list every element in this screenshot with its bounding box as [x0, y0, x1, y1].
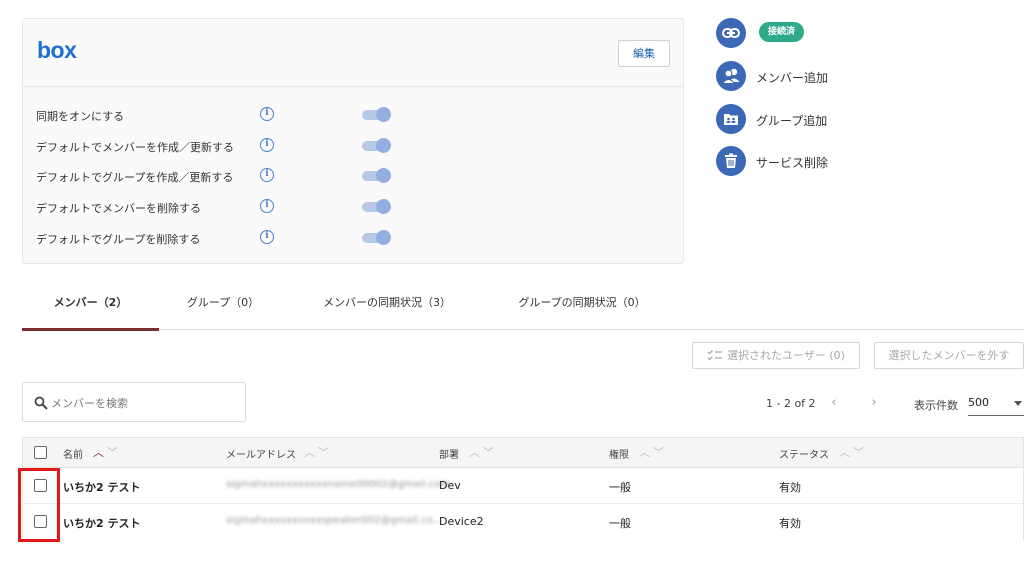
info-icon[interactable]: i	[260, 107, 274, 121]
prev-page-button[interactable]: ‹	[827, 395, 841, 411]
sort-up-icon: ︿	[304, 446, 318, 459]
column-header-email[interactable]: メールアドレス	[226, 446, 296, 461]
tab-member-sync-status[interactable]: メンバーの同期状況（3）	[312, 282, 462, 330]
member-role: 一般	[609, 481, 631, 494]
add-group-action[interactable]: グループ追加	[716, 104, 1016, 134]
caret-down-icon	[1014, 401, 1022, 406]
group-folder-icon	[716, 104, 746, 134]
next-page-button[interactable]: ›	[867, 395, 881, 411]
delete-members-toggle[interactable]	[362, 199, 391, 215]
sort-department[interactable]: ︿﹀	[469, 444, 497, 460]
sort-role[interactable]: ︿﹀	[639, 444, 667, 460]
column-header-name[interactable]: 名前	[63, 446, 83, 461]
search-input[interactable]	[51, 393, 231, 413]
selected-users-button[interactable]: 選択されたユーザー (0)	[692, 342, 860, 369]
sort-down-icon: ﹀	[483, 446, 497, 459]
pagination-range: 1 - 2 of 2	[766, 397, 816, 410]
setting-row-create-groups: デフォルトでグループを作成／更新する i	[36, 166, 396, 186]
sync-on-toggle[interactable]	[362, 107, 391, 123]
sort-up-icon: ︿	[839, 446, 853, 459]
member-status: 有効	[779, 481, 801, 494]
tab-group-sync-status[interactable]: グループの同期状況（0）	[507, 282, 657, 330]
sort-name[interactable]: ︿﹀	[93, 444, 121, 460]
column-header-role[interactable]: 権限	[609, 446, 629, 461]
sort-up-icon: ︿	[469, 446, 483, 459]
tab-bar: メンバー（2） グループ（0） メンバーの同期状況（3） グループの同期状況（0…	[22, 282, 1024, 331]
info-icon[interactable]: i	[260, 199, 274, 213]
people-icon	[716, 61, 746, 91]
row-checkbox[interactable]	[34, 479, 47, 492]
sort-email[interactable]: ︿﹀	[304, 444, 332, 460]
sort-down-icon: ﹀	[853, 446, 867, 459]
setting-label: 同期をオンにする	[36, 110, 125, 123]
table-row[interactable]: いちか2 テスト sigmahxxxxxxxxxxspeaker002@gmai…	[23, 504, 1023, 540]
info-icon[interactable]: i	[260, 138, 274, 152]
member-name: いちか2 テスト	[63, 517, 141, 530]
setting-label: デフォルトでグループを削除する	[36, 233, 201, 246]
per-page-select[interactable]: 500	[968, 392, 1024, 416]
member-department: Device2	[439, 515, 484, 528]
checklist-icon	[707, 350, 723, 361]
info-icon[interactable]: i	[260, 230, 274, 244]
sort-up-icon: ︿	[93, 446, 107, 459]
sort-down-icon: ﹀	[107, 446, 121, 459]
table-header: 名前 ︿﹀ メールアドレス ︿﹀ 部署 ︿﹀ 権限 ︿﹀ ステータス ︿﹀	[23, 438, 1023, 468]
add-member-action[interactable]: メンバー追加	[716, 61, 1016, 91]
remove-members-button[interactable]: 選択したメンバーを外す	[874, 342, 1024, 369]
connection-status: 接続済	[716, 18, 1016, 48]
setting-row-delete-groups: デフォルトでグループを削除する i	[36, 228, 396, 248]
box-logo: box	[37, 37, 77, 63]
setting-label: デフォルトでグループを作成／更新する	[36, 171, 234, 184]
sort-down-icon: ﹀	[318, 446, 332, 459]
column-header-status[interactable]: ステータス	[779, 446, 829, 461]
per-page-label: 表示件数	[914, 399, 958, 412]
delete-groups-toggle[interactable]	[362, 230, 391, 246]
table-row[interactable]: いちか2 テスト sigmahxxxxxxxxxxxname00002@gmai…	[23, 468, 1023, 504]
setting-label: デフォルトでメンバーを作成／更新する	[36, 141, 234, 154]
per-page-value: 500	[968, 396, 989, 409]
tab-members[interactable]: メンバー（2）	[22, 282, 159, 331]
tab-groups[interactable]: グループ（0）	[172, 282, 274, 330]
status-badge: 接続済	[759, 22, 805, 42]
create-groups-toggle[interactable]	[362, 168, 391, 184]
setting-row-delete-members: デフォルトでメンバーを削除する i	[36, 197, 396, 217]
setting-label: デフォルトでメンバーを削除する	[36, 202, 201, 215]
member-email: sigmahxxxxxxxxxxxname00002@gmail.com	[226, 479, 451, 490]
selected-users-label: 選択されたユーザー (0)	[727, 349, 845, 362]
search-icon	[34, 396, 48, 410]
edit-button[interactable]: 編集	[618, 40, 670, 67]
trash-icon	[716, 146, 746, 176]
delete-service-label: サービス削除	[756, 156, 829, 170]
card-header: box 編集	[23, 19, 683, 87]
sync-settings-card: box 編集 同期をオンにする i デフォルトでメンバーを作成／更新する i デ…	[22, 18, 684, 264]
setting-row-create-members: デフォルトでメンバーを作成／更新する i	[36, 136, 396, 156]
delete-service-action[interactable]: サービス削除	[716, 146, 1016, 176]
create-members-toggle[interactable]	[362, 138, 391, 154]
select-all-checkbox[interactable]	[34, 446, 47, 459]
member-status: 有効	[779, 517, 801, 530]
sort-down-icon: ﹀	[653, 446, 667, 459]
member-search	[22, 382, 246, 422]
member-role: 一般	[609, 517, 631, 530]
column-header-department[interactable]: 部署	[439, 446, 459, 461]
info-icon[interactable]: i	[260, 168, 274, 182]
members-table: 名前 ︿﹀ メールアドレス ︿﹀ 部署 ︿﹀ 権限 ︿﹀ ステータス ︿﹀ いち…	[22, 437, 1024, 540]
sort-status[interactable]: ︿﹀	[839, 444, 867, 460]
add-member-label: メンバー追加	[756, 71, 829, 85]
member-department: Dev	[439, 479, 461, 492]
member-email: sigmahxxxxxxxxxxspeaker002@gmail.co...	[226, 515, 443, 526]
setting-row-sync-on: 同期をオンにする i	[36, 105, 396, 125]
row-checkbox[interactable]	[34, 515, 47, 528]
sort-up-icon: ︿	[639, 446, 653, 459]
member-name: いちか2 テスト	[63, 481, 141, 494]
link-icon	[716, 18, 746, 48]
add-group-label: グループ追加	[756, 114, 828, 128]
